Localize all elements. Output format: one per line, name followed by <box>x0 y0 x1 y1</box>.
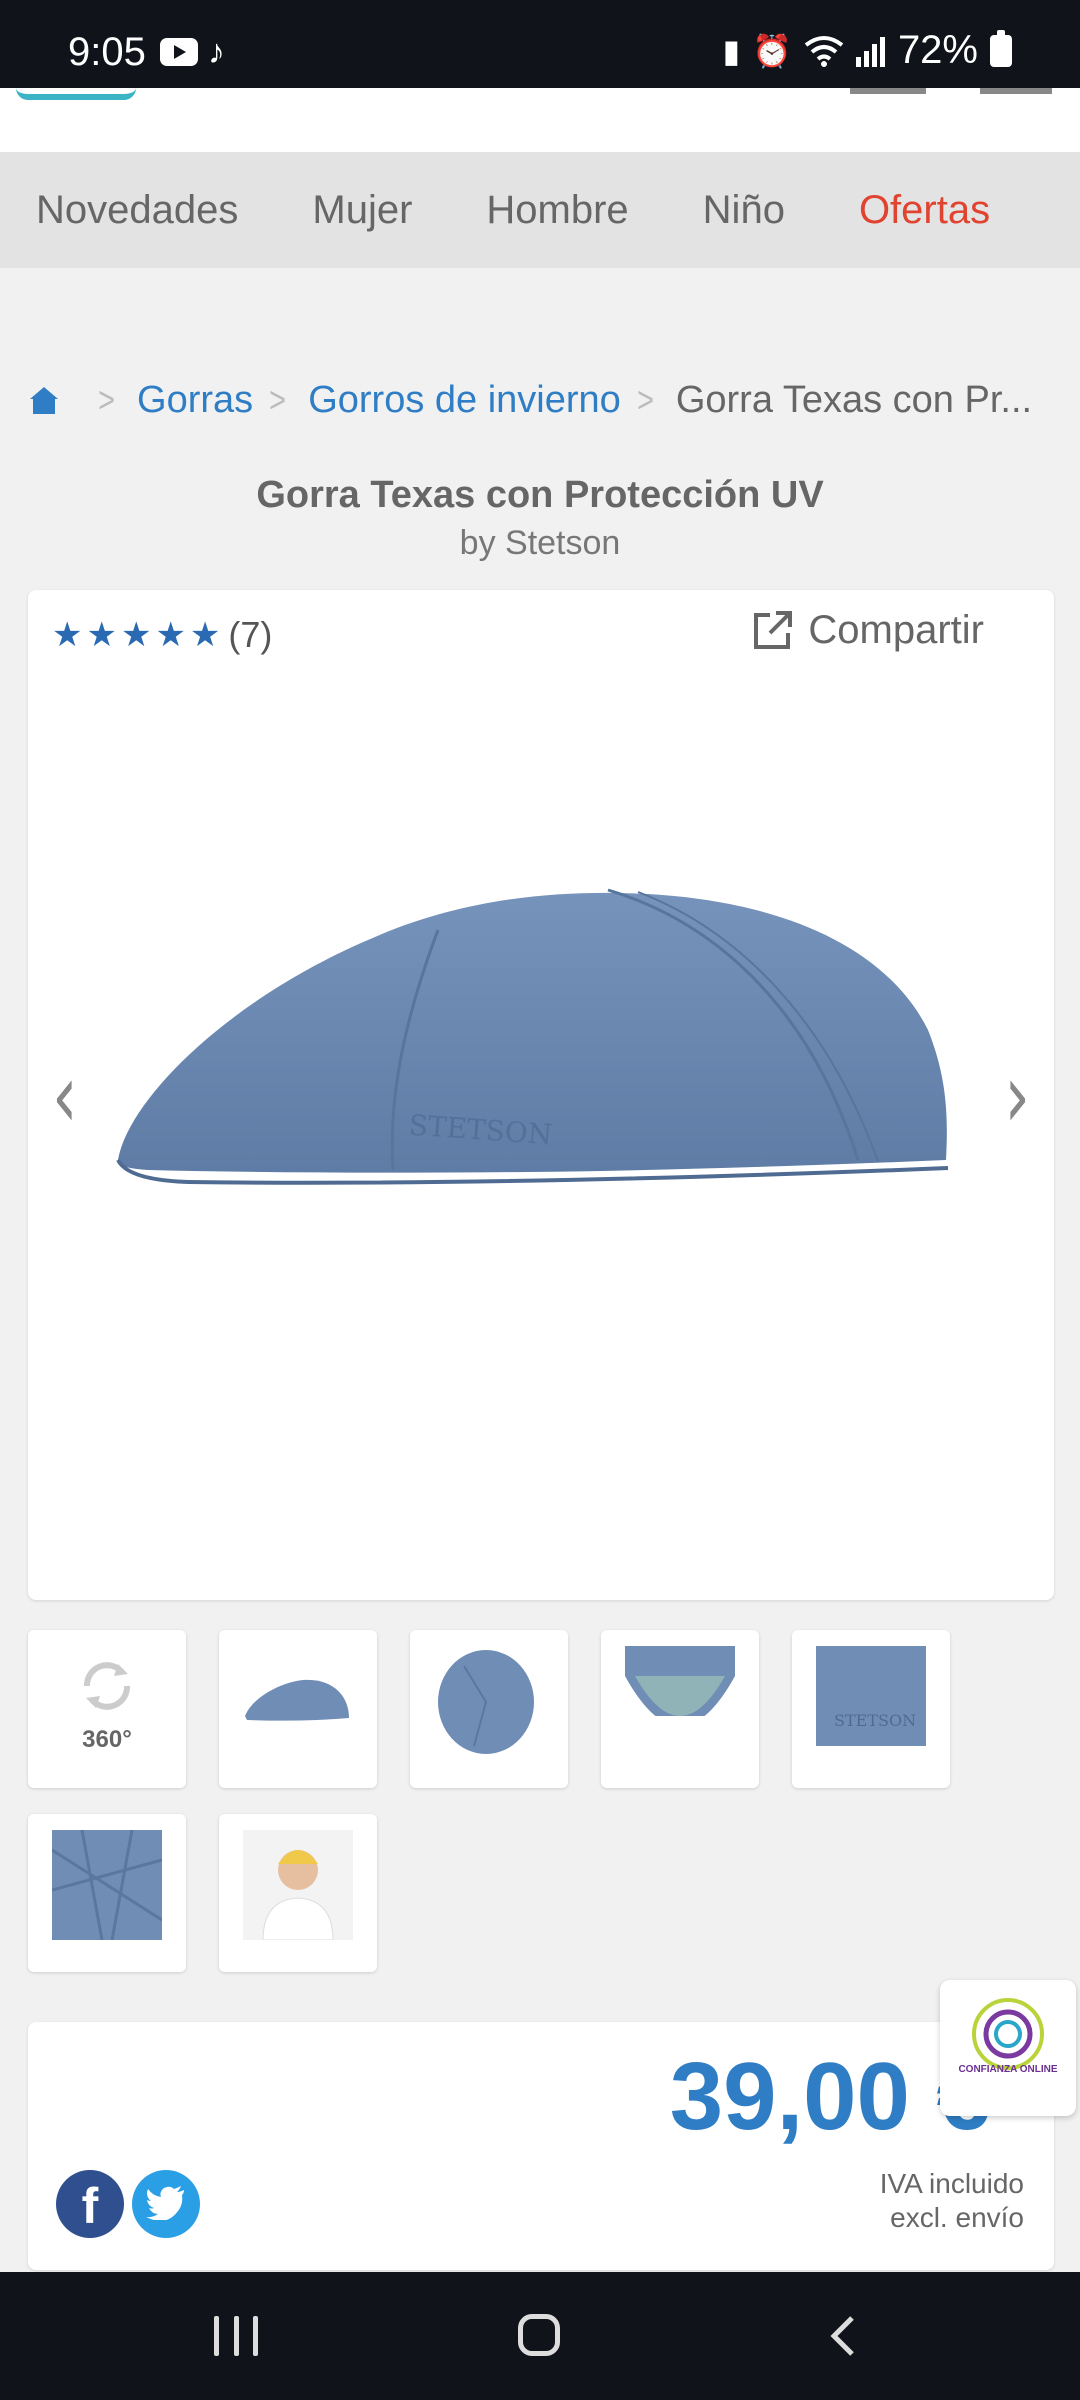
youtube-icon <box>160 38 198 66</box>
product-image[interactable]: STETSON <box>108 850 1008 1210</box>
notification-icons: ♪ <box>160 33 225 71</box>
facebook-icon[interactable]: f <box>56 2170 124 2238</box>
breadcrumb-gorros-invierno[interactable]: Gorros de invierno <box>308 379 621 422</box>
confianza-online-logo-icon <box>972 1998 1044 2070</box>
battery-icon <box>990 29 1012 67</box>
alarm-icon: ⏰ <box>752 32 792 69</box>
tiktok-icon: ♪ <box>208 33 225 71</box>
home-icon[interactable] <box>28 384 60 416</box>
thumbnail-side-view-image <box>245 1679 349 1721</box>
breadcrumb: > Gorras > Gorros de invierno > Gorra Te… <box>28 374 1058 426</box>
rotate-360-icon <box>84 1662 130 1710</box>
breadcrumb-separator: > <box>269 379 287 420</box>
product-image-card: ★★★★★ (7) Compartir ‹ › STETSON <box>28 590 1054 1600</box>
category-novedades[interactable]: Novedades <box>36 188 238 233</box>
rating-count: (7) <box>228 614 273 655</box>
external-link-icon <box>754 610 793 649</box>
product-title: Gorra Texas con Protección UV <box>256 474 824 516</box>
thumbnail-inner-view-image <box>625 1646 735 1726</box>
price-card: 39,00 € IVA incluido excl. envío f <box>28 2022 1054 2270</box>
status-right: ▮ ⏰ 72% <box>722 28 1012 73</box>
thumbnail-model-photo[interactable] <box>219 1814 377 1972</box>
thumbnail-top-view[interactable] <box>410 1630 568 1788</box>
site-logo[interactable] <box>16 88 136 100</box>
breadcrumb-separator: > <box>98 379 115 420</box>
thumbnail-360[interactable]: 360° <box>28 1630 186 1788</box>
battery-saver-icon: ▮ <box>722 32 741 69</box>
thumbnail-fabric-detail-image <box>52 1830 162 1940</box>
product-brand[interactable]: by Stetson <box>0 524 1080 563</box>
status-bar: 9:05 ♪ ▮ ⏰ 72% <box>0 0 1080 88</box>
next-image-chevron-icon[interactable]: › <box>1004 1045 1030 1149</box>
system-nav-bar <box>0 2272 1080 2400</box>
breadcrumb-gorras[interactable]: Gorras <box>137 379 253 422</box>
trust-badge-label: CONFIANZA ONLINE <box>958 2064 1058 2075</box>
thumbnail-model-photo-image <box>243 1830 353 1940</box>
category-ofertas[interactable]: Ofertas <box>859 188 990 233</box>
breadcrumb-current: Gorra Texas con Pr... <box>675 378 1033 421</box>
site-header <box>0 88 1080 152</box>
header-menu-button[interactable] <box>980 88 1052 94</box>
thumbnail-logo-detail[interactable]: STETSON <box>792 1630 950 1788</box>
breadcrumb-separator: > <box>636 379 654 420</box>
back-chevron-icon[interactable] <box>828 2316 858 2356</box>
category-nav: Novedades Mujer Hombre Niño Ofertas <box>0 152 1080 268</box>
confianza-online-badge[interactable]: CONFIANZA ONLINE <box>940 1980 1076 2116</box>
shipping-note[interactable]: excl. envío <box>890 2202 1024 2234</box>
share-label: Compartir <box>808 608 984 652</box>
signal-icon <box>855 36 885 67</box>
thumbnail-top-view-image <box>438 1650 534 1754</box>
thumbnail-360-label: 360° <box>82 1726 132 1753</box>
category-nino[interactable]: Niño <box>703 188 785 233</box>
recent-apps-button[interactable] <box>214 2316 258 2356</box>
twitter-icon[interactable] <box>132 2170 200 2238</box>
thumbnail-logo-detail-image: STETSON <box>816 1646 926 1746</box>
svg-text:STETSON: STETSON <box>834 1711 916 1730</box>
category-hombre[interactable]: Hombre <box>486 188 628 233</box>
product-rating[interactable]: ★★★★★ (7) <box>52 614 272 656</box>
home-button[interactable] <box>518 2314 560 2356</box>
header-account-button[interactable] <box>850 88 926 94</box>
tax-note: IVA incluido <box>879 2168 1024 2199</box>
prev-image-chevron-icon[interactable]: ‹ <box>52 1045 78 1149</box>
battery-percent: 72% <box>897 28 978 72</box>
wifi-icon <box>804 35 844 67</box>
category-mujer[interactable]: Mujer <box>312 188 412 233</box>
thumbnail-side-view[interactable] <box>219 1630 377 1788</box>
thumbnail-fabric-detail[interactable] <box>28 1814 186 1972</box>
thumbnail-inner-view[interactable] <box>601 1630 759 1788</box>
status-time: 9:05 <box>68 30 146 74</box>
rating-stars-icon: ★★★★★ <box>52 616 225 654</box>
share-button[interactable]: Compartir <box>750 608 984 653</box>
